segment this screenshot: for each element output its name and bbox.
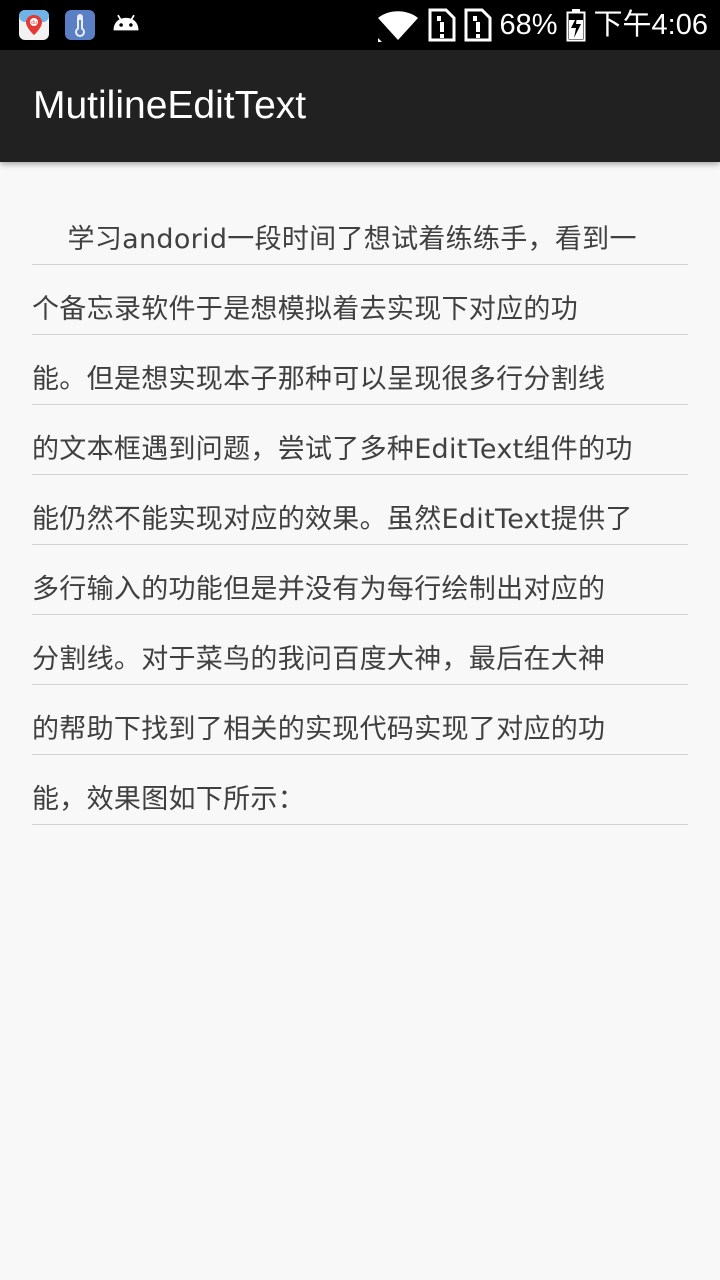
line-text: 能仍然不能实现对应的效果。虽然EditText提供了	[32, 504, 633, 535]
line-text: 能。但是想实现本子那种可以呈现很多行分割线	[32, 364, 606, 395]
wifi-icon	[377, 11, 418, 42]
line-text: 的帮助下找到了相关的实现代码实现了对应的功	[32, 714, 606, 745]
line-text: 多行输入的功能但是并没有为每行绘制出对应的	[32, 574, 606, 605]
edit-text-line[interactable]: 能仍然不能实现对应的效果。虽然EditText提供了	[32, 475, 688, 545]
line-text: 个备忘录软件于是想模拟着去实现下对应的功	[32, 294, 578, 325]
battery-percent: 68%	[499, 9, 558, 41]
edit-text-line[interactable]: 多行输入的功能但是并没有为每行绘制出对应的	[32, 545, 688, 615]
thermometer-app-icon	[65, 10, 95, 40]
svg-text:du: du	[31, 20, 37, 26]
edit-text-line[interactable]: 的文本框遇到问题，尝试了多种EditText组件的功	[32, 405, 688, 475]
multiline-edit-text[interactable]: 学习andorid一段时间了想试着练练手，看到一 个备忘录软件于是想模拟着去实现…	[32, 208, 688, 825]
notification-area: du	[18, 9, 142, 41]
status-bar: du 68% 下午4:06	[0, 0, 720, 50]
edit-text-line[interactable]: 能，效果图如下所示：	[32, 755, 688, 825]
edit-text-line[interactable]: 能。但是想实现本子那种可以呈现很多行分割线	[32, 335, 688, 405]
action-bar: MutilineEditText	[0, 50, 720, 162]
sim-alert-icon	[464, 8, 491, 42]
line-text: 的文本框遇到问题，尝试了多种EditText组件的功	[32, 434, 633, 465]
edit-text-line[interactable]: 个备忘录软件于是想模拟着去实现下对应的功	[32, 265, 688, 335]
line-text: 能，效果图如下所示：	[32, 784, 305, 815]
sim-alert-icon	[428, 8, 455, 42]
battery-charging-icon	[566, 9, 586, 42]
baidu-maps-icon: du	[19, 10, 49, 40]
clock: 下午4:06	[593, 9, 708, 41]
app-title: MutilineEditText	[33, 84, 307, 127]
edit-text-line[interactable]: 分割线。对于菜鸟的我问百度大神，最后在大神	[32, 615, 688, 685]
android-icon	[113, 14, 139, 31]
system-status-area: 68% 下午4:06	[376, 0, 708, 50]
line-text: 学习andorid一段时间了想试着练练手，看到一	[32, 224, 637, 255]
edit-text-line[interactable]: 的帮助下找到了相关的实现代码实现了对应的功	[32, 685, 688, 755]
edit-text-line[interactable]: 学习andorid一段时间了想试着练练手，看到一	[32, 208, 688, 265]
line-text: 分割线。对于菜鸟的我问百度大神，最后在大神	[32, 644, 606, 675]
